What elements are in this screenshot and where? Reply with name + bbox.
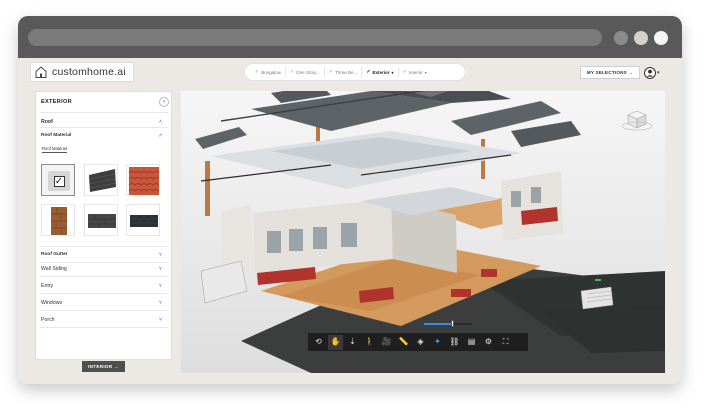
- viewer-toolbar: ⟲ ✋ ⇣ 🚶 🎥 📏 ◈ ✦ ⛓ ▤ ⚙ ⛶: [308, 333, 528, 351]
- section-wall-siding[interactable]: Wall Siding: [41, 266, 67, 272]
- roof-swatch-wood-shake[interactable]: [41, 204, 75, 236]
- fullscreen-icon[interactable]: ⛶: [498, 335, 513, 350]
- user-menu[interactable]: ▾: [644, 66, 664, 79]
- checkbox-icon: ✓: [48, 171, 70, 191]
- address-bar[interactable]: [28, 29, 602, 46]
- step-label: Three Be...: [335, 69, 358, 75]
- model-tree-icon[interactable]: ⛓: [447, 335, 462, 350]
- logo-text: customhome.ai: [52, 66, 126, 78]
- step-label: One Story...: [296, 69, 320, 75]
- section-porch[interactable]: Porch: [41, 317, 55, 323]
- explode-slider[interactable]: [424, 320, 472, 327]
- properties-icon[interactable]: ▤: [464, 335, 479, 350]
- roof-swatch-dark-slate[interactable]: [84, 164, 118, 196]
- check-icon: ✓: [289, 69, 295, 75]
- charcoal-shingle-texture: [88, 214, 116, 228]
- exploded-house-model: [181, 91, 665, 373]
- roof-swatch-black-asphalt[interactable]: [126, 204, 160, 236]
- exterior-options-panel: EXTERIOR ‹ Roof ˄ Roof Material ˄ Roof M…: [35, 91, 190, 360]
- orbit-icon[interactable]: ⟲: [311, 335, 326, 350]
- chevron-down-icon[interactable]: ˅: [159, 317, 162, 323]
- settings-icon[interactable]: ⚙: [481, 335, 496, 350]
- slider-fill: [424, 323, 453, 325]
- section-icon[interactable]: ◈: [413, 335, 428, 350]
- roof-swatch-red-clay[interactable]: [126, 164, 160, 196]
- walk-icon[interactable]: 🚶: [362, 335, 377, 350]
- measure-icon[interactable]: 📏: [396, 335, 411, 350]
- 3d-model-viewer[interactable]: ⟲ ✋ ⇣ 🚶 🎥 📏 ◈ ✦ ⛓ ▤ ⚙ ⛶: [181, 91, 665, 373]
- logo[interactable]: customhome.ai: [30, 62, 134, 82]
- pan-hand-icon[interactable]: ✋: [328, 334, 343, 350]
- chevron-up-icon[interactable]: ˄: [159, 133, 162, 139]
- chevron-down-icon: ▾: [424, 69, 427, 75]
- step-tab-0[interactable]: ✓ Bungalow: [251, 67, 286, 77]
- slider-handle[interactable]: [451, 320, 455, 327]
- divider: [40, 112, 168, 113]
- app-canvas: customhome.ai ✓ Bungalow ✓ One Story... ✓ Thr…: [18, 58, 682, 384]
- window-control-dot[interactable]: [654, 31, 668, 45]
- step-tab-3[interactable]: ✓ Exterior ▾: [362, 67, 399, 77]
- chevron-up-icon[interactable]: ˄: [159, 119, 162, 125]
- step-label: Exterior: [372, 69, 390, 75]
- browser-window: customhome.ai ✓ Bungalow ✓ One Story... ✓ Thr…: [18, 16, 682, 384]
- user-circle-icon: [644, 66, 656, 79]
- roof-swatch-charcoal[interactable]: [84, 204, 118, 236]
- asphalt-texture: [130, 215, 158, 227]
- camera-icon[interactable]: 🎥: [379, 335, 394, 350]
- section-roof-material[interactable]: Roof Material: [41, 133, 71, 138]
- divider: [40, 276, 168, 277]
- divider: [40, 327, 168, 328]
- divider: [40, 293, 168, 294]
- step-tab-1[interactable]: ✓ One Story...: [286, 67, 325, 77]
- window-control-dot[interactable]: [634, 31, 648, 45]
- chevron-down-icon: ▾: [391, 69, 394, 75]
- divider: [40, 262, 168, 263]
- step-tab-4[interactable]: ✓ Interior ▾: [399, 67, 431, 77]
- explode-icon[interactable]: ✦: [430, 335, 445, 350]
- window-control-dot[interactable]: [614, 31, 628, 45]
- zoom-icon[interactable]: ⇣: [345, 335, 360, 350]
- check-icon: ✓: [328, 69, 334, 75]
- chevron-down-icon[interactable]: ˅: [159, 300, 162, 306]
- step-label: Interior: [408, 69, 423, 75]
- step-label: Bungalow: [261, 69, 281, 75]
- browser-titlebar: [18, 16, 682, 58]
- section-roof[interactable]: Roof: [41, 119, 53, 125]
- chevron-down-icon[interactable]: ˅: [159, 252, 162, 258]
- section-entry[interactable]: Entry: [41, 283, 53, 289]
- check-icon: ✓: [366, 69, 371, 75]
- collapse-panel-button[interactable]: ‹: [159, 97, 169, 107]
- interior-next-button[interactable]: INTERIOR →: [82, 361, 125, 372]
- config-steps-bar: ✓ Bungalow ✓ One Story... ✓ Three Be... ✓ Exter…: [244, 63, 466, 81]
- divider: [40, 127, 168, 128]
- divider: [40, 310, 168, 311]
- check-icon: ✓: [255, 69, 260, 75]
- section-roof-gutter[interactable]: Roof Gutter: [41, 252, 68, 257]
- divider: [40, 246, 168, 247]
- my-selections-button[interactable]: MY SELECTIONS →: [580, 66, 640, 79]
- wood-shake-texture: [51, 207, 67, 235]
- clay-tile-texture: [128, 167, 160, 195]
- section-windows[interactable]: Windows: [41, 300, 62, 306]
- slate-texture: [88, 169, 117, 192]
- tab-roof-material[interactable]: Roof Material: [42, 146, 67, 153]
- chevron-down-icon: ▾: [657, 69, 660, 76]
- view-cube-icon[interactable]: [620, 107, 654, 131]
- step-tab-2[interactable]: ✓ Three Be...: [325, 67, 363, 77]
- check-icon: ✓: [402, 69, 407, 75]
- panel-title: EXTERIOR: [41, 99, 72, 105]
- chevron-down-icon[interactable]: ˅: [159, 266, 162, 272]
- roof-swatch-selected[interactable]: ✓: [41, 164, 75, 196]
- house-logo-icon: [35, 66, 47, 78]
- chevron-down-icon[interactable]: ˅: [159, 283, 162, 289]
